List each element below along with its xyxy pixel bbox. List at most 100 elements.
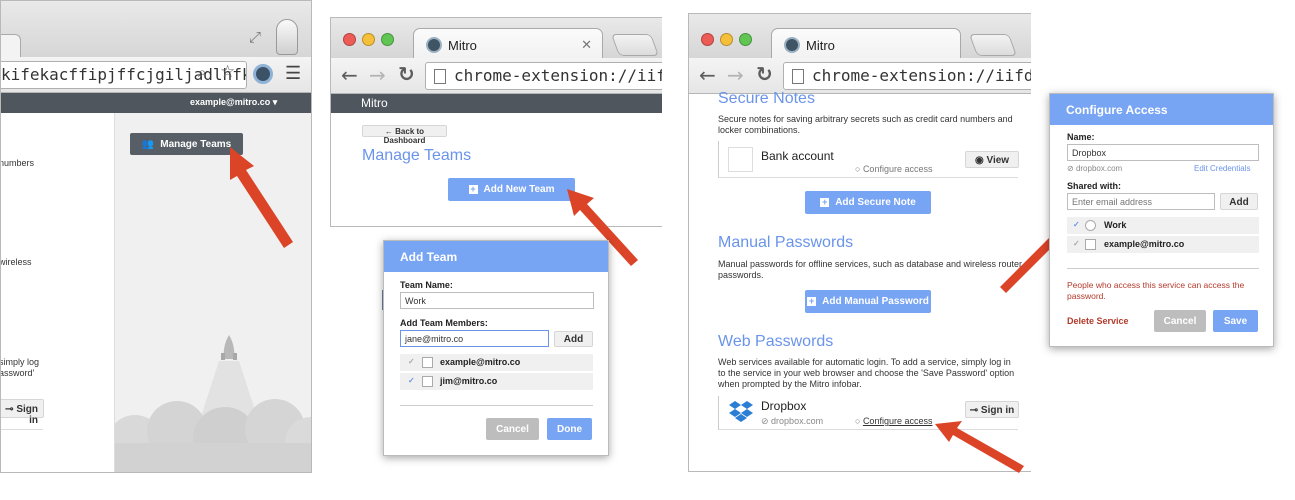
browser-tab[interactable] — [1, 34, 21, 57]
reload-icon[interactable]: ↻ — [756, 62, 773, 86]
add-secure-note-button[interactable]: + Add Secure Note — [805, 191, 931, 214]
sign-in-button[interactable]: ⊸ Sign in — [965, 401, 1019, 418]
access-warning: People who access this service can acces… — [1067, 280, 1245, 301]
browser-toolbar: ← → ↻ chrome-extension://iifdnkifekacf — [331, 58, 662, 94]
manual-passwords-description: Manual passwords for offline services, s… — [718, 259, 1022, 280]
manage-teams-label: Manage Teams — [160, 139, 232, 150]
new-tab-button[interactable] — [610, 34, 660, 56]
shared-name: Work — [1104, 220, 1127, 230]
text-fragment: numbers — [0, 158, 35, 168]
red-arrow — [935, 421, 1024, 473]
add-secure-note-label: Add Secure Note — [835, 197, 916, 208]
plus-icon: + — [820, 197, 830, 207]
zoom-icon[interactable]: ⌕ — [198, 64, 206, 81]
service-name: Dropbox — [761, 399, 807, 413]
back-icon[interactable]: ← — [341, 63, 358, 87]
add-new-team-button[interactable]: + Add New Team — [448, 178, 575, 201]
rocket-illustration — [115, 335, 311, 472]
browser-tab[interactable]: Mitro — [771, 28, 961, 58]
plus-icon: + — [807, 296, 817, 306]
domain-label: dropbox.com — [1075, 164, 1123, 173]
eye-icon: ◉ — [974, 155, 987, 166]
member-checkbox[interactable] — [422, 357, 433, 368]
email-input[interactable] — [1067, 193, 1215, 210]
profile-avatar-icon[interactable] — [276, 19, 298, 55]
done-button[interactable]: Done — [547, 418, 592, 440]
address-url: kifekacffipjffcjgiljadlhfkc/ht… — [1, 65, 246, 84]
mitro-extension-icon[interactable] — [253, 64, 273, 84]
service-domain: ⊘ dropbox.com — [1067, 164, 1123, 173]
team-name-input[interactable]: Work — [400, 292, 594, 309]
service-name-input[interactable]: Dropbox — [1067, 144, 1259, 161]
page-icon — [792, 69, 804, 84]
member-email: example@mitro.co — [440, 357, 521, 367]
secure-notes-title: Secure Notes — [718, 90, 815, 107]
fullscreen-icon[interactable]: ⤢ — [249, 29, 261, 46]
key-icon: ⊸ — [5, 404, 17, 415]
zoom-window-icon[interactable] — [381, 33, 394, 46]
sign-in-button[interactable]: ⊸ Sign in — [1, 399, 44, 426]
address-bar[interactable]: chrome-extension://iifdnkifekacf — [425, 62, 662, 90]
menu-icon[interactable]: ☰ — [285, 63, 301, 84]
mitro-favicon — [426, 37, 442, 53]
member-checkbox[interactable] — [422, 376, 433, 387]
add-member-button[interactable]: Add — [554, 331, 593, 347]
back-to-dashboard-button[interactable]: ← Back to Dashboard — [362, 125, 447, 145]
divider — [400, 405, 593, 406]
cancel-button[interactable]: Cancel — [486, 418, 539, 440]
group-checkbox[interactable] — [1085, 220, 1096, 231]
reload-icon[interactable]: ↻ — [398, 62, 415, 86]
new-tab-button[interactable] — [968, 34, 1018, 56]
text-fragment: assword' — [0, 368, 35, 378]
secure-note-item: Bank account ○ Configure access ◉ View — [718, 141, 1019, 178]
zoom-window-icon[interactable] — [739, 33, 752, 46]
add-share-button[interactable]: Add — [1220, 193, 1258, 210]
address-url: chrome-extension://iifdnkifekacffi — [812, 66, 1031, 85]
address-bar[interactable]: chrome-extension://iifdnkifekacffi — [783, 62, 1031, 90]
rocket-icon — [223, 335, 235, 359]
minimize-window-icon[interactable] — [362, 33, 375, 46]
service-name-label: Name: — [1067, 132, 1095, 142]
tab-title: Mitro — [448, 38, 477, 53]
key-icon: ⊸ — [969, 405, 981, 416]
back-icon[interactable]: ← — [699, 63, 716, 87]
member-email-input[interactable]: jane@mitro.co — [400, 330, 549, 347]
tab-title: Mitro — [806, 38, 835, 53]
close-window-icon[interactable] — [701, 33, 714, 46]
bookmark-star-icon[interactable]: ☆ — [220, 62, 235, 82]
configure-access-link[interactable]: ○ Configure access — [855, 164, 932, 174]
forward-icon[interactable]: → — [369, 63, 386, 87]
cancel-button[interactable]: Cancel — [1154, 310, 1206, 332]
shared-name: example@mitro.co — [1104, 239, 1185, 249]
note-thumbnail — [728, 147, 753, 172]
browser-tab[interactable]: Mitro ✕ — [413, 28, 603, 58]
close-window-icon[interactable] — [343, 33, 356, 46]
browser-toolbar: kifekacffipjffcjgiljadlhfkc/ht… ⌕ ☆ ☰ — [1, 57, 311, 93]
shared-row: ✓ example@mitro.co — [1067, 236, 1259, 253]
minimize-window-icon[interactable] — [720, 33, 733, 46]
red-arrow — [230, 147, 293, 248]
save-button[interactable]: Save — [1213, 310, 1258, 332]
add-manual-password-button[interactable]: + Add Manual Password — [805, 290, 931, 313]
user-checkbox[interactable] — [1085, 239, 1096, 250]
team-members-label: Add Team Members: — [400, 318, 488, 328]
checkmark-icon: ✓ — [408, 376, 415, 385]
view-label: View — [986, 155, 1010, 166]
delete-service-link[interactable]: Delete Service — [1067, 316, 1129, 326]
configure-label: Configure access — [862, 416, 933, 426]
add-team-label: Add New Team — [483, 184, 555, 195]
user-menu[interactable]: example@mitro.co ▾ — [190, 97, 277, 108]
mitro-favicon — [784, 37, 800, 53]
close-tab-icon[interactable]: ✕ — [581, 37, 592, 53]
note-name: Bank account — [761, 149, 834, 163]
edit-credentials-link[interactable]: Edit Credentials — [1194, 164, 1250, 173]
team-name-label: Team Name: — [400, 280, 453, 290]
configure-access-link[interactable]: ○ Configure access — [855, 416, 932, 426]
address-url: chrome-extension://iifdnkifekacf — [454, 66, 662, 85]
rocket-fin — [233, 353, 237, 360]
address-bar[interactable]: kifekacffipjffcjgiljadlhfkc/ht… — [1, 61, 247, 89]
member-row: ✓ jim@mitro.co — [400, 373, 593, 390]
forward-icon[interactable]: → — [727, 63, 744, 87]
web-passwords-description: Web services available for automatic log… — [718, 357, 1015, 389]
view-button[interactable]: ◉ View — [965, 151, 1019, 168]
